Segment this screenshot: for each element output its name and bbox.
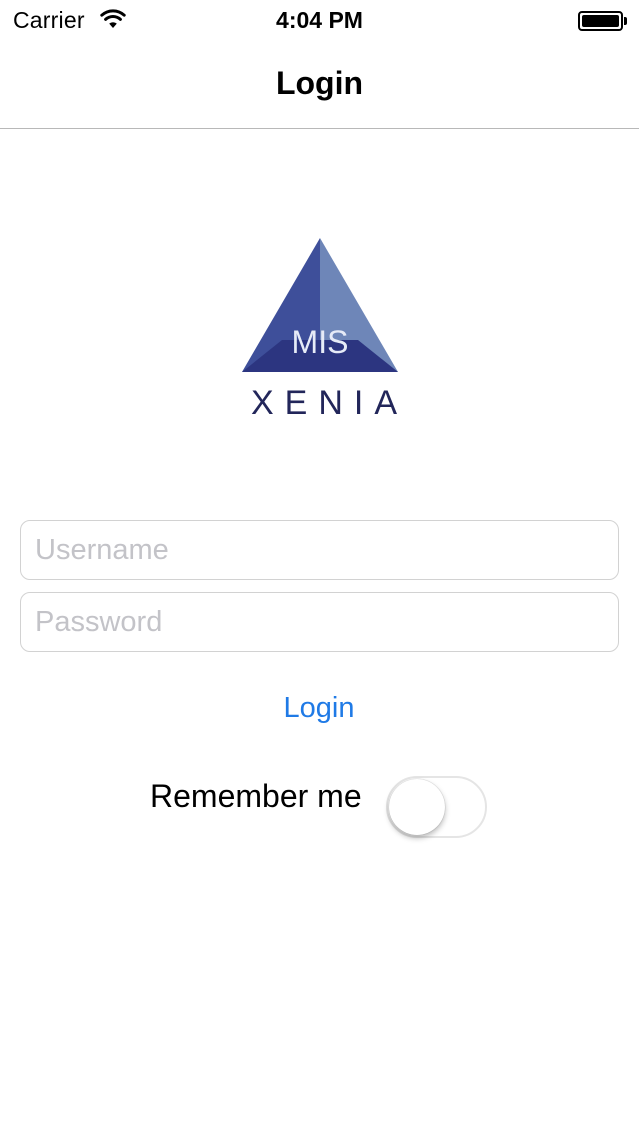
battery-full-icon — [578, 11, 628, 31]
remember-me-label: Remember me — [150, 778, 362, 814]
status-bar: Carrier 4:04 PM — [0, 0, 639, 40]
username-field[interactable] — [20, 520, 619, 580]
logo-wordmark: XENIA — [251, 384, 409, 422]
logo-mark-text: MIS — [292, 324, 349, 360]
remember-me-toggle[interactable] — [386, 776, 487, 838]
password-field[interactable] — [20, 592, 619, 652]
mis-xenia-logo: MIS XENIA — [240, 236, 400, 422]
login-screen: Carrier 4:04 PM Login MIS XENIA Login Re… — [0, 0, 639, 1136]
clock: 4:04 PM — [276, 7, 363, 33]
toggle-knob[interactable] — [389, 779, 445, 835]
triangle-logo-icon: MIS — [242, 238, 398, 372]
page-title: Login — [275, 65, 364, 101]
navigation-bar: Login — [0, 40, 639, 129]
login-button[interactable]: Login — [219, 686, 419, 730]
